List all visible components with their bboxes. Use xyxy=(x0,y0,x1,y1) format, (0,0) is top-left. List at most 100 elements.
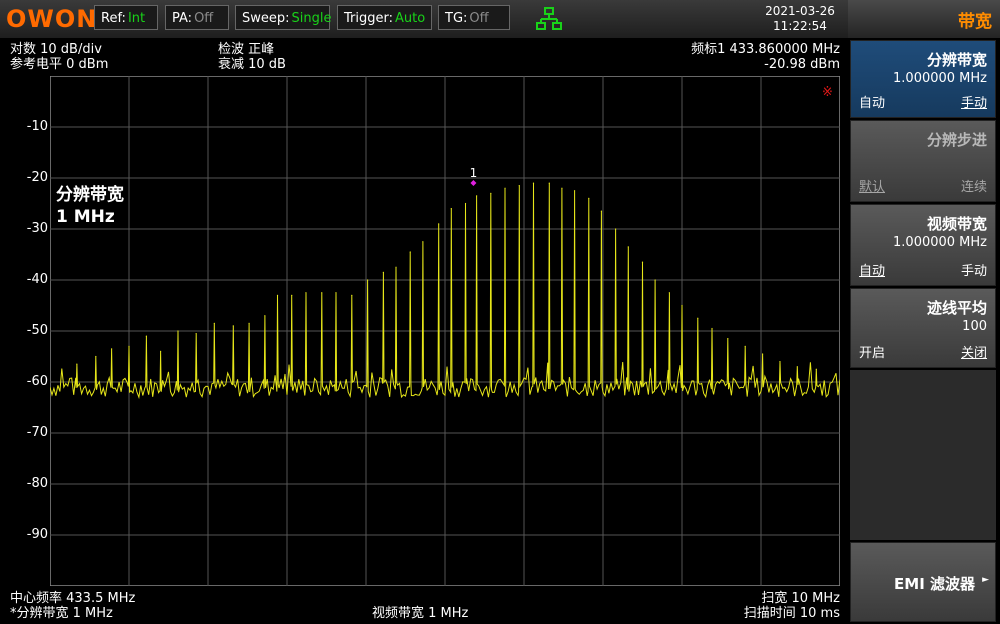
trace-peak xyxy=(145,335,147,337)
pa-status-button[interactable]: PA: Off xyxy=(165,5,229,30)
trace-peak xyxy=(668,292,670,294)
spectrum-graph[interactable]: 1※ xyxy=(50,76,840,586)
menu-trace-average[interactable]: 迹线平均 100 开启 关闭 xyxy=(850,288,996,368)
rbw-text: *分辨带宽 1 MHz xyxy=(10,606,113,621)
menu-vbw[interactable]: 视频带宽 1.000000 MHz 自动 手动 xyxy=(850,204,996,286)
trace-peak xyxy=(382,271,384,273)
trace-peak xyxy=(248,322,250,324)
trace-peak xyxy=(305,292,307,294)
sweep-time-text: 扫描时间 10 ms xyxy=(743,606,840,621)
y-tick-label: -20 xyxy=(26,170,48,185)
sweep-key: Sweep: xyxy=(242,11,290,26)
pa-key: PA: xyxy=(172,11,193,26)
menu-rbw-manual[interactable]: 手动 xyxy=(961,92,987,111)
trace-peak xyxy=(438,223,440,225)
y-tick-label: -60 xyxy=(26,374,48,389)
menu-vbw-auto[interactable]: 自动 xyxy=(859,260,885,279)
menu-header: 带宽 xyxy=(848,0,1000,38)
trace-peak xyxy=(232,325,234,327)
trace-peak xyxy=(177,330,179,332)
trace-peak xyxy=(321,292,323,294)
center-freq-text: 中心频率 433.5 MHz xyxy=(10,591,136,606)
trace-peak xyxy=(335,292,337,294)
trace-peak xyxy=(264,315,266,317)
trace-peak xyxy=(727,338,729,340)
trace-peak xyxy=(128,345,130,347)
atten-text: 衰减 10 dB xyxy=(218,57,286,72)
y-tick-label: -70 xyxy=(26,425,48,440)
trace-peak xyxy=(195,332,197,335)
trace-peak xyxy=(532,182,535,184)
menu-emi-filter[interactable]: EMI 滤波器 ► xyxy=(850,542,996,622)
trace-peak xyxy=(548,182,550,184)
ref-status-button[interactable]: Ref: Int xyxy=(94,5,158,30)
rbw-overlay-title: 分辨带宽 xyxy=(56,185,124,205)
menu-rbw-value: 1.000000 MHz xyxy=(893,71,987,86)
marker-1-label: 1 xyxy=(470,166,478,180)
trace-peak xyxy=(490,192,492,194)
marker-freq-text: 频标1 433.860000 MHz xyxy=(691,42,840,57)
trace-peak xyxy=(561,187,563,189)
trace-peak xyxy=(111,348,113,350)
submenu-arrow-icon: ► xyxy=(982,575,989,585)
menu-trace-average-on[interactable]: 开启 xyxy=(859,342,885,361)
trace-peak xyxy=(796,366,798,368)
trace-peak xyxy=(276,294,279,296)
trace-peak xyxy=(654,279,656,281)
menu-emi-filter-label: EMI 滤波器 xyxy=(894,575,975,593)
trace-peak xyxy=(681,304,683,307)
rbw-overlay: 分辨带宽 1 MHz xyxy=(56,184,124,228)
menu-rbw-auto[interactable]: 自动 xyxy=(859,92,885,111)
menu-trace-average-title: 迹线平均 xyxy=(926,299,987,317)
menu-rbw-step[interactable]: 分辨步进 默认 连续 xyxy=(850,120,996,202)
menu-title: 带宽 xyxy=(958,12,992,32)
trace-peak xyxy=(711,327,713,330)
sweep-value: Single xyxy=(291,11,332,26)
trace-peak xyxy=(600,210,603,212)
tg-value: Off xyxy=(469,11,489,26)
trace-peak xyxy=(395,266,397,268)
time-text: 11:22:54 xyxy=(773,19,827,33)
owon-logo: OWON xyxy=(6,5,98,33)
sweep-status-button[interactable]: Sweep: Single xyxy=(235,5,332,30)
trace-peak xyxy=(761,353,764,355)
trace-peak xyxy=(588,197,590,199)
trace-peak xyxy=(476,195,478,197)
menu-rbw[interactable]: 分辨带宽 1.000000 MHz 自动 手动 xyxy=(850,40,996,118)
tg-status-button[interactable]: TG: Off xyxy=(438,5,510,30)
y-tick-label: -30 xyxy=(26,221,48,236)
vbw-text: 视频带宽 1 MHz xyxy=(372,606,469,621)
menu-vbw-manual[interactable]: 手动 xyxy=(961,260,987,279)
trace-peak xyxy=(779,361,781,363)
span-text: 扫宽 10 MHz xyxy=(761,591,840,606)
trace-peak xyxy=(160,350,162,352)
network-icon xyxy=(536,7,562,30)
menu-rbw-step-title: 分辨步进 xyxy=(926,131,987,149)
menu-rbw-title: 分辨带宽 xyxy=(926,51,987,69)
trace-peak xyxy=(366,279,369,281)
trace-peak xyxy=(213,322,215,324)
trace-peak xyxy=(573,190,576,192)
trace-peak xyxy=(518,185,520,187)
menu-rbw-step-default[interactable]: 默认 xyxy=(859,176,885,195)
menu-vbw-title: 视频带宽 xyxy=(926,215,987,233)
menu-rbw-step-continuous[interactable]: 连续 xyxy=(961,176,987,195)
trigger-status-button[interactable]: Trigger: Auto xyxy=(337,5,432,30)
uncal-flag-icon: ※ xyxy=(822,85,833,100)
trace-peak xyxy=(504,187,506,189)
top-status-bar: OWON Ref: Int PA: Off Sweep: Single Trigger… xyxy=(0,0,848,38)
trace-peak xyxy=(76,363,78,365)
trace-peak xyxy=(744,345,746,347)
y-tick-label: -10 xyxy=(26,119,48,134)
trace-peak xyxy=(351,294,353,296)
menu-trace-average-off[interactable]: 关闭 xyxy=(961,342,987,361)
menu-trace-average-value: 100 xyxy=(962,319,987,334)
trace-peak xyxy=(291,294,293,296)
y-tick-label: -40 xyxy=(26,272,48,287)
y-tick-label: -50 xyxy=(26,323,48,338)
detector-text: 检波 正峰 xyxy=(218,42,275,57)
trace-peak xyxy=(95,355,97,358)
trigger-key: Trigger: xyxy=(344,11,393,26)
trace-peak xyxy=(450,208,452,210)
trace-peak xyxy=(815,368,817,370)
